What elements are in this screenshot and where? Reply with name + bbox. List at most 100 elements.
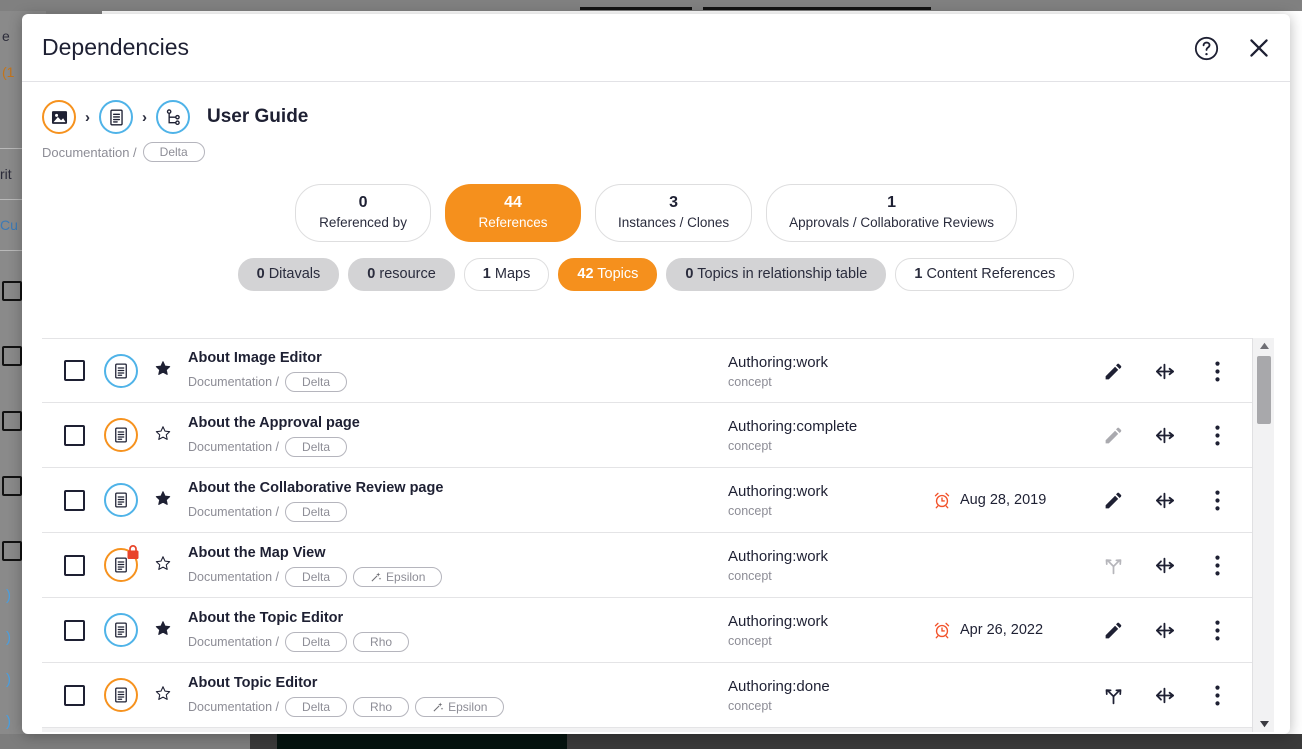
row-tag-rho[interactable]: Rho [353,696,410,717]
breadcrumb-area: › › User Guide Documentation / Delta [22,82,1290,162]
row-title[interactable]: About Image Editor [188,349,728,367]
row-document-icon[interactable] [104,678,138,712]
row-title[interactable]: About the Collaborative Review page [188,479,728,497]
breadcrumb-path: Documentation / Delta [42,142,1290,162]
row-tag-epsilon[interactable]: Epsilon [353,566,443,587]
stat-label: Approvals / Collaborative Reviews [789,215,994,230]
row-state-label: Authoring:work [728,548,829,565]
scroll-up-arrow-icon[interactable] [1253,338,1275,354]
table-scrollbar[interactable] [1252,338,1274,732]
kebab-menu-icon[interactable] [1206,490,1228,511]
merge-arrow-icon[interactable] [1154,359,1176,384]
row-tag-delta[interactable]: Delta [285,566,348,587]
filter-resource[interactable]: 0 resource [348,258,455,291]
row-path-label: Documentation / [188,504,280,519]
row-path-label: Documentation / [188,375,280,389]
row-title[interactable]: About the Topic Editor [188,609,728,627]
row-checkbox[interactable] [64,684,85,706]
row-tag-rho[interactable]: Rho [353,631,410,652]
scrollbar-thumb[interactable] [1257,356,1271,424]
row-checkbox[interactable] [64,489,85,511]
stat-count: 3 [669,194,679,211]
row-checkbox[interactable] [64,619,85,641]
row-tag-delta[interactable]: Delta [285,436,348,457]
breadcrumb-image-icon[interactable] [42,100,76,134]
branch-icon[interactable] [1102,685,1124,706]
kebab-menu-icon[interactable] [1206,620,1228,641]
star-filled-icon[interactable] [155,360,171,381]
filter-maps[interactable]: 1 Maps [463,258,550,291]
stat-approvals-reviews[interactable]: 1 Approvals / Collaborative Reviews [766,184,1017,242]
stats-row: 0 Referenced by 44 References 3 Instance… [22,184,1290,242]
filter-content-references[interactable]: 1 Content References [895,258,1075,291]
help-circle-icon[interactable] [1193,35,1220,62]
breadcrumb-document-icon[interactable] [99,100,133,134]
filter-topics-relationship-table[interactable]: 0 Topics in relationship table [666,258,887,291]
pencil-icon[interactable] [1102,490,1124,511]
row-tag-epsilon[interactable]: Epsilon [415,696,505,717]
row-document-icon[interactable] [104,613,138,647]
breadcrumb-tag-delta[interactable]: Delta [142,142,205,162]
row-tag-delta[interactable]: Delta [285,501,348,522]
row-title[interactable]: About the Map View [188,544,728,562]
stat-label: References [478,215,548,230]
close-icon[interactable] [1246,35,1272,61]
row-main: About the Topic Editor Documentation / Del… [188,609,728,652]
scroll-down-arrow-icon[interactable] [1253,716,1275,732]
row-title[interactable]: About the Approval page [188,414,728,432]
table-rows: About Image Editor Documentation / Delta Au… [42,338,1252,732]
merge-arrow-icon[interactable] [1154,553,1176,578]
table-row[interactable]: About the Topic Editor Documentation / Del… [42,598,1252,663]
filter-topics[interactable]: 42 Topics [558,258,658,291]
row-tag-delta[interactable]: Delta [285,631,348,652]
stat-references[interactable]: 44 References [445,184,582,242]
filters-row: 0 Ditavals 0 resource 1 Maps 42 Topics 0… [22,258,1290,291]
kebab-menu-icon[interactable] [1206,425,1228,446]
filter-count: 0 [256,266,265,282]
alarm-clock-icon [933,621,951,639]
star-outline-icon[interactable] [155,555,171,576]
merge-arrow-icon[interactable] [1154,683,1176,708]
table-row[interactable]: About the Map View Documentation / Delta Ep… [42,533,1252,598]
stat-referenced-by[interactable]: 0 Referenced by [295,184,432,242]
row-title[interactable]: About Topic Editor [188,674,728,692]
star-filled-icon[interactable] [155,620,171,641]
filter-ditavals[interactable]: 0 Ditavals [237,258,340,291]
row-tag-label: Epsilon [448,699,488,714]
row-document-icon[interactable] [104,545,139,582]
row-due-date: Aug 28, 2019 [933,491,1108,509]
table-row[interactable]: About the Approval page Documentation / De… [42,403,1252,468]
merge-arrow-icon[interactable] [1154,488,1176,513]
row-tag-label: Delta [302,699,331,714]
row-checkbox[interactable] [64,360,85,381]
branch-icon [1102,555,1124,576]
table-row[interactable]: About Topic Editor Documentation / Delta Rh… [42,663,1252,728]
row-checkbox[interactable] [64,424,85,446]
star-outline-icon[interactable] [155,685,171,706]
merge-arrow-icon[interactable] [1154,618,1176,643]
row-document-icon[interactable] [104,483,138,517]
row-tag-delta[interactable]: Delta [285,372,348,392]
table-row[interactable]: About Image Editor Documentation / Delta Au… [42,338,1252,403]
star-outline-icon[interactable] [155,425,171,446]
filter-label: Topics [597,266,639,282]
filter-label: resource [379,266,436,282]
kebab-menu-icon[interactable] [1206,685,1228,706]
row-checkbox[interactable] [64,554,85,576]
row-tag-label: Rho [370,634,393,649]
row-tag-delta[interactable]: Delta [285,696,348,717]
stat-instances-clones[interactable]: 3 Instances / Clones [595,184,753,242]
pencil-icon[interactable] [1102,620,1124,641]
row-main: About Topic Editor Documentation / Delta Rh… [188,674,728,717]
row-document-icon[interactable] [104,353,138,388]
breadcrumb-map-hierarchy-icon[interactable] [156,100,190,134]
kebab-menu-icon[interactable] [1206,361,1228,382]
star-filled-icon[interactable] [155,490,171,511]
merge-arrow-icon[interactable] [1154,423,1176,448]
table-row[interactable]: About the Collaborative Review page Docum… [42,468,1252,533]
pencil-icon[interactable] [1102,361,1124,382]
kebab-menu-icon[interactable] [1206,555,1228,576]
background-checkbox [2,541,22,561]
row-document-icon[interactable] [104,418,138,452]
background-text-fragment: Cu [0,217,18,233]
